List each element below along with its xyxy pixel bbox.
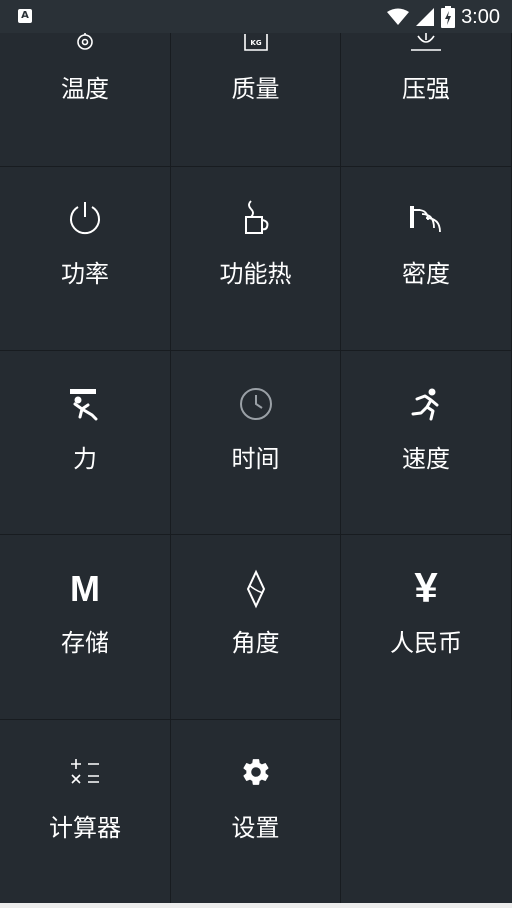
grid-item-label: 密度 — [402, 260, 450, 288]
angle-icon — [244, 569, 268, 609]
grid-item-label: 设置 — [231, 814, 280, 842]
battery-charging-icon — [441, 6, 456, 28]
force-icon — [68, 387, 102, 421]
memory-icon: M — [70, 569, 100, 609]
grid-item-calculator[interactable]: 计算器 — [0, 720, 171, 904]
grid-item-label: 功能热 — [219, 260, 292, 288]
svg-text:KG: KG — [250, 39, 261, 47]
calculator-icon — [68, 756, 102, 788]
grid-item-density[interactable]: 密度 — [341, 167, 512, 351]
grid-item-label: 功率 — [61, 260, 109, 288]
thermometer-icon — [75, 30, 95, 52]
status-bar: A 3:00 — [0, 0, 512, 33]
grid-item-label: 人民币 — [390, 629, 462, 657]
converter-grid: 温度 KG 质量 压强 功率 功能热 密度 力 时间 速度 M 存储 角度 ¥ … — [0, 0, 512, 908]
status-time: 3:00 — [461, 5, 500, 28]
grid-item-label: 速度 — [402, 445, 450, 473]
grid-item-rmb[interactable]: ¥ 人民币 — [341, 535, 512, 720]
grid-item-label: 质量 — [231, 75, 280, 103]
grid-item-label: 压强 — [402, 75, 450, 103]
memory-glyph: M — [70, 568, 100, 609]
yuan-glyph: ¥ — [414, 564, 438, 611]
grid-item-label: 温度 — [61, 75, 109, 103]
grid-item-storage[interactable]: M 存储 — [0, 535, 171, 720]
grid-item-label: 时间 — [231, 445, 280, 473]
signal-icon — [416, 8, 435, 26]
grid-item-label: 力 — [73, 445, 97, 473]
grid-item-label: 存储 — [61, 629, 109, 657]
coffee-cup-icon — [241, 199, 271, 237]
bottom-edge — [0, 903, 512, 908]
empty-grid-area — [341, 720, 512, 904]
grid-item-angle[interactable]: 角度 — [171, 535, 341, 720]
power-icon — [66, 199, 104, 237]
grid-item-heat[interactable]: 功能热 — [171, 167, 341, 351]
app-notification-icon: A — [18, 9, 32, 23]
running-icon — [409, 387, 443, 421]
wifi-icon — [387, 8, 410, 25]
grid-item-time[interactable]: 时间 — [171, 351, 341, 535]
grid-item-power[interactable]: 功率 — [0, 167, 171, 351]
gear-icon — [240, 756, 272, 788]
grid-item-label: 计算器 — [49, 814, 121, 842]
grid-item-force[interactable]: 力 — [0, 351, 171, 535]
clock-icon — [239, 387, 273, 421]
yuan-icon: ¥ — [414, 565, 437, 611]
grid-item-speed[interactable]: 速度 — [341, 351, 512, 535]
grid-item-settings[interactable]: 设置 — [171, 720, 341, 904]
grid-item-label: 角度 — [231, 629, 280, 657]
density-icon — [406, 200, 446, 238]
